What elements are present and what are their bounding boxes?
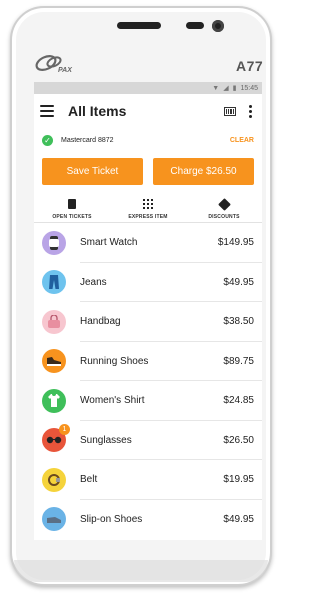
front-camera [212,20,224,32]
ticket-icon [68,199,76,209]
item-price: $26.50 [223,434,254,446]
charge-button[interactable]: Charge $26.50 [153,158,254,185]
clear-button[interactable]: CLEAR [230,137,254,144]
item-name: Slip-on Shoes [80,513,143,525]
device-model: A77 [236,58,264,74]
item-price: $19.95 [223,474,254,486]
proximity-sensor [186,22,204,29]
page-title: All Items [68,103,127,119]
running-shoe-icon [42,349,66,374]
item-list: Smart Watch $149.95 Jeans $49.95 Handbag… [34,223,262,539]
brand-name: PAX [58,67,73,74]
barcode-scanner-icon[interactable] [224,106,236,116]
item-name: Belt [80,474,98,486]
hamburger-menu-icon[interactable] [40,105,54,117]
signal-icon: ◢ [223,85,229,92]
check-circle-icon: ✓ [42,134,53,146]
app-bar: All Items [34,94,262,128]
screen: ▼ ◢ ▮ 15:45 All Items ✓ Mastercard 8872 … [34,82,262,540]
customer-row: ✓ Mastercard 8872 CLEAR [34,128,262,152]
item-name: Running Shoes [80,355,149,367]
battery-icon: ▮ [232,85,237,92]
action-buttons: Save Ticket Charge $26.50 [34,152,262,185]
open-tickets-shortcut[interactable]: OPEN TICKETS [42,199,102,222]
list-item[interactable]: Belt $19.95 [34,460,262,500]
item-price: $89.75 [223,355,254,367]
payment-card-label: Mastercard 8872 [61,136,114,144]
tag-icon [217,198,231,211]
item-price: $49.95 [223,513,254,525]
express-item-shortcut[interactable]: EXPRESS ITEM [118,199,178,222]
item-name: Smart Watch [80,237,138,249]
status-time: 15:45 [240,84,258,92]
shortcut-label: EXPRESS ITEM [128,214,168,220]
speaker-grille [117,22,161,29]
list-item[interactable]: Women's Shirt $24.85 [34,381,262,421]
handbag-icon [42,309,66,334]
more-options-icon[interactable] [248,104,252,118]
item-name: Women's Shirt [80,395,145,407]
discounts-shortcut[interactable]: DISCOUNTS [194,198,254,222]
item-price: $149.95 [217,237,254,249]
sunglasses-icon: 1 [42,424,70,453]
status-bar: ▼ ◢ ▮ 15:45 [34,82,262,94]
list-item[interactable]: Running Shoes $89.75 [34,342,262,381]
list-item[interactable]: Handbag $38.50 [34,302,262,342]
pax-logo: PAX [35,55,73,74]
slip-on-shoe-icon [42,507,66,532]
item-price: $49.95 [223,276,254,288]
shortcut-label: DISCOUNTS [208,214,240,220]
belt-icon [42,467,66,492]
list-item[interactable]: Smart Watch $149.95 [34,223,262,263]
item-name: Jeans [80,276,107,288]
wifi-icon: ▼ [212,84,220,92]
shortcut-bar: OPEN TICKETS EXPRESS ITEM DISCOUNTS [34,185,262,223]
item-price: $38.50 [223,316,254,328]
list-item[interactable]: Slip-on Shoes $49.95 [34,500,262,540]
item-name: Handbag [80,316,121,328]
save-ticket-button[interactable]: Save Ticket [42,158,143,185]
list-item[interactable]: 1 Sunglasses $26.50 [34,421,262,460]
quantity-badge: 1 [59,424,70,436]
list-item[interactable]: Jeans $49.95 [34,263,262,302]
shortcut-label: OPEN TICKETS [52,214,92,220]
device-bottom-edge [14,560,268,582]
shirt-icon [42,388,66,413]
jeans-icon [42,270,66,295]
grid-icon [143,199,153,209]
smartwatch-icon [42,230,66,255]
item-price: $24.85 [223,395,254,407]
item-name: Sunglasses [80,434,132,446]
